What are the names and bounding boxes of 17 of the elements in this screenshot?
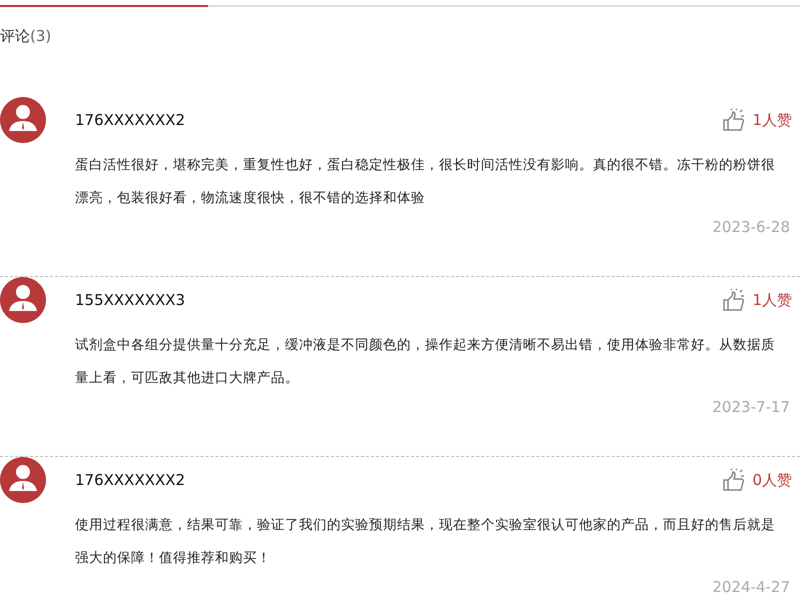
comment-text: 试剂盒中各组分提供量十分充足，缓冲液是不同颜色的，操作起来方便清晰不易出错，使用体验非常好。从数据质量上看，可匹敌其他进口大牌产品。: [75, 336, 776, 388]
like-count: 0人赞: [752, 470, 792, 490]
comment-text: 蛋白活性很好，堪称完美，重复性也好，蛋白稳定性极佳，很长时间活性没有影响。真的很不错。冻干粉的粉饼很漂亮，包装很好看，物流速度很快，很不错的选择和体验: [75, 156, 776, 208]
thumbs-up-icon[interactable]: [722, 108, 746, 132]
username: 176XXXXXXX2: [75, 471, 186, 489]
comment-date: 2024-4-27: [712, 578, 790, 596]
thumbs-up-icon[interactable]: [722, 468, 746, 492]
comments-heading: 评论: [0, 27, 30, 46]
thumbs-up-icon[interactable]: [722, 288, 746, 312]
like-count: 1人赞: [752, 110, 792, 130]
like-count: 1人赞: [752, 290, 792, 310]
comment-date: 2023-6-28: [712, 218, 790, 236]
comment-count: (3): [30, 27, 52, 45]
comment-text: 使用过程很满意，结果可靠，验证了我们的实验预期结果，现在整个实验室很认可他家的产品，而且好的售后就是强大的保障！值得推荐和购买！: [75, 516, 776, 568]
comment-date: 2023-7-17: [712, 398, 790, 416]
username: 155XXXXXXX3: [75, 291, 186, 309]
username: 176XXXXXXX2: [75, 111, 186, 129]
